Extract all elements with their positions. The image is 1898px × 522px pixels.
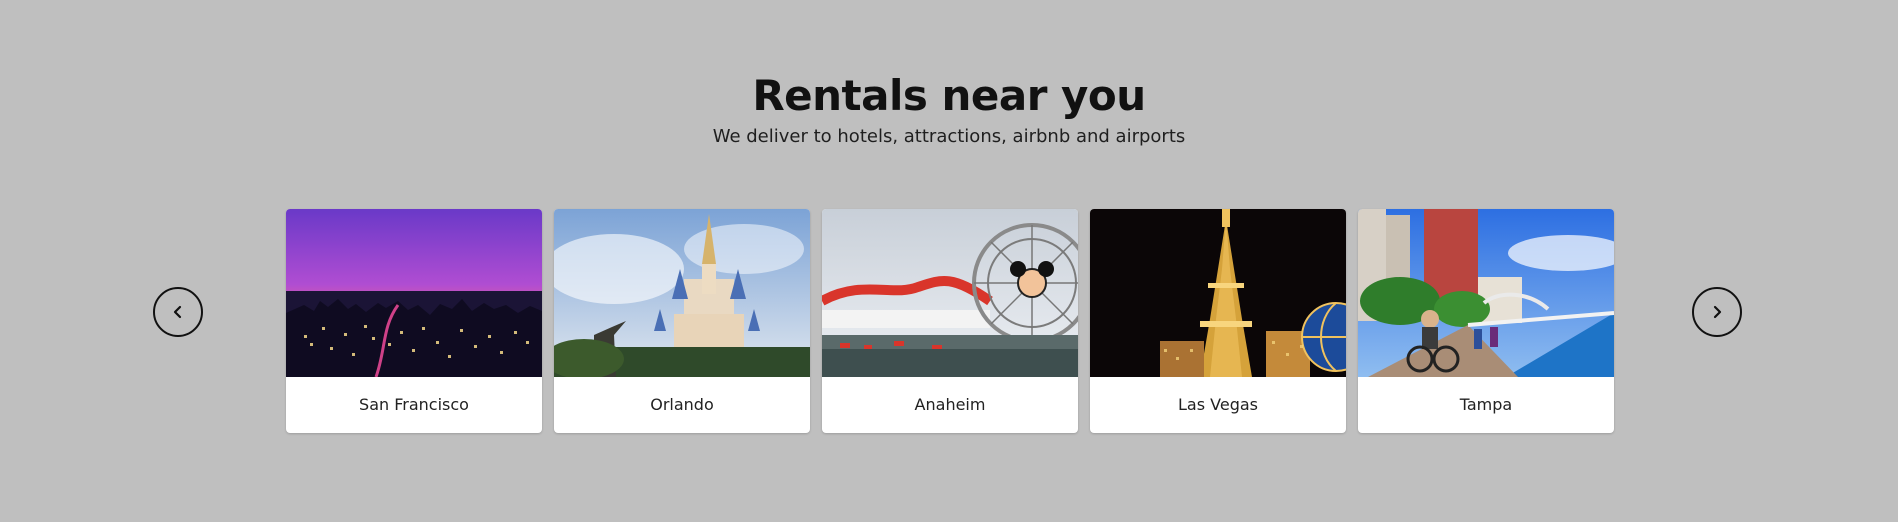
carousel-prev-button[interactable]	[153, 287, 203, 337]
carousel-track: San Francisco Orlando Anaheim Las Vegas …	[286, 209, 1616, 433]
location-card-orlando[interactable]: Orlando	[554, 209, 810, 433]
carousel-next-button[interactable]	[1692, 287, 1742, 337]
location-card-san-francisco[interactable]: San Francisco	[286, 209, 542, 433]
las-vegas-image	[1090, 209, 1346, 377]
section-title: Rentals near you	[752, 71, 1146, 120]
tampa-image	[1358, 209, 1614, 377]
location-card-anaheim[interactable]: Anaheim	[822, 209, 1078, 433]
anaheim-image	[822, 209, 1078, 377]
san-francisco-image	[286, 209, 542, 377]
location-label: Orlando	[650, 395, 714, 414]
location-card-tampa[interactable]: Tampa	[1358, 209, 1614, 433]
location-label: Las Vegas	[1178, 395, 1258, 414]
section-subtitle: We deliver to hotels, attractions, airbn…	[712, 126, 1186, 147]
location-label: San Francisco	[359, 395, 469, 414]
rentals-section: Rentals near you We deliver to hotels, a…	[0, 0, 1898, 522]
orlando-image	[554, 209, 810, 377]
section-header: Rentals near you We deliver to hotels, a…	[0, 70, 1898, 150]
chevron-left-icon	[170, 304, 186, 320]
chevron-right-icon	[1709, 304, 1725, 320]
location-label: Tampa	[1459, 395, 1513, 414]
location-label: Anaheim	[914, 395, 986, 414]
location-card-las-vegas[interactable]: Las Vegas	[1090, 209, 1346, 433]
